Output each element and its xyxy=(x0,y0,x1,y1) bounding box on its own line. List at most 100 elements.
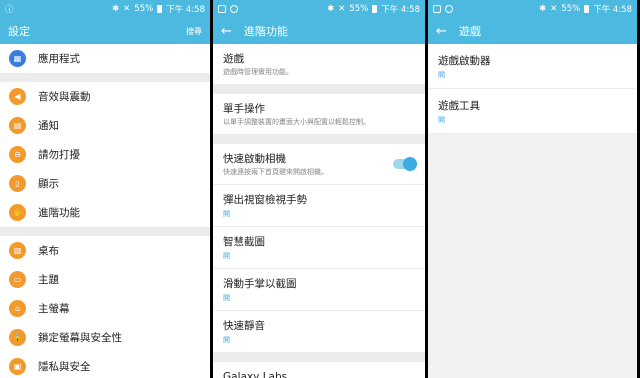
section-divider xyxy=(213,85,425,94)
bluetooth-icon: ✱ xyxy=(112,4,120,14)
page-title: 遊戲 xyxy=(458,25,481,38)
status-bar: ⓘ ✱ ✕ 55% 下午 4:58 xyxy=(0,0,210,18)
game-item[interactable]: 遊戲啟動器開 xyxy=(428,44,637,89)
settings-item[interactable]: ⊖ 請勿打擾 xyxy=(0,140,210,169)
advanced-item-status: 開 xyxy=(223,252,230,260)
info-icon: ⓘ xyxy=(5,5,14,15)
toggle-knob xyxy=(403,157,417,171)
advanced-item-description: 遊戲時管理實用功能。 xyxy=(223,68,293,76)
privacy-icon: ▣ xyxy=(9,358,26,375)
advanced-item[interactable]: 滑動手掌以截圖開 xyxy=(213,269,425,311)
settings-item-label: 音效與震動 xyxy=(38,91,91,103)
settings-item[interactable]: ▦ 應用程式 xyxy=(0,44,210,73)
advanced-item-status: 開 xyxy=(223,210,230,218)
notification-icon: ▤ xyxy=(9,117,26,134)
settings-item-label: 通知 xyxy=(38,120,59,132)
clock: 下午 4:58 xyxy=(166,5,205,15)
settings-item-label: 主螢幕 xyxy=(38,303,70,315)
gallery-notification-icon xyxy=(433,5,441,13)
lock-icon: 🔒 xyxy=(9,329,26,346)
advanced-item-title: 快速靜音 xyxy=(223,320,265,332)
home-screen-icon: ⌂ xyxy=(9,300,26,317)
advanced-item[interactable]: 快速靜音開 xyxy=(213,311,425,353)
settings-item-label: 應用程式 xyxy=(38,53,80,65)
mute-icon: ✕ xyxy=(338,4,346,14)
game-item-title: 遊戲工具 xyxy=(438,100,480,112)
battery-icon xyxy=(157,5,163,13)
section-divider xyxy=(0,227,210,236)
back-arrow-icon[interactable]: ← xyxy=(436,25,447,38)
themes-icon: ▭ xyxy=(9,271,26,288)
advanced-item-title: 遊戲 xyxy=(223,53,244,65)
advanced-item[interactable]: 單手操作以單手調整裝置的畫面大小與配置以輕鬆控制。 xyxy=(213,94,425,135)
back-arrow-icon[interactable]: ← xyxy=(221,25,232,38)
settings-item[interactable]: ▤ 通知 xyxy=(0,111,210,140)
app-bar: ← 遊戲 xyxy=(428,18,637,44)
advanced-item-description: 以單手調整裝置的畫面大小與配置以輕鬆控制。 xyxy=(223,118,370,126)
game-item[interactable]: 遊戲工具開 xyxy=(428,89,637,134)
page-title: 進階功能 xyxy=(243,25,288,38)
advanced-item-title: 滑動手掌以截圖 xyxy=(223,278,297,290)
settings-item-label: 主題 xyxy=(38,274,59,286)
settings-item[interactable]: 🔒 鎖定螢幕與安全性 xyxy=(0,323,210,352)
section-divider xyxy=(213,353,425,362)
advanced-features-icon: ✋ xyxy=(9,204,26,221)
advanced-item[interactable]: 快速啟動相機快速連按兩下首頁鍵來開啟相機。 xyxy=(213,144,425,185)
info-icon xyxy=(230,5,238,13)
advanced-item[interactable]: 遊戲遊戲時管理實用功能。 xyxy=(213,44,425,85)
settings-item-label: 進階功能 xyxy=(38,207,80,219)
gallery-notification-icon xyxy=(218,5,226,13)
do-not-disturb-icon: ⊖ xyxy=(9,146,26,163)
settings-item[interactable]: ▣ 隱私與安全 xyxy=(0,352,210,378)
advanced-item[interactable]: 彈出視窗檢視手勢開 xyxy=(213,185,425,227)
advanced-item-title: 智慧截圖 xyxy=(223,236,265,248)
settings-item-label: 桌布 xyxy=(38,245,59,257)
advanced-item-status: 開 xyxy=(223,294,230,302)
mute-icon: ✕ xyxy=(550,4,558,14)
apps-icon: ▦ xyxy=(9,50,26,67)
bluetooth-icon: ✱ xyxy=(539,4,547,14)
advanced-item-title: Galaxy Labs xyxy=(223,371,288,378)
mute-icon: ✕ xyxy=(123,4,131,14)
advanced-item-status: 開 xyxy=(223,336,230,344)
battery-level: 55% xyxy=(134,4,154,14)
advanced-item[interactable]: Galaxy Labs xyxy=(213,362,425,378)
advanced-item[interactable]: 智慧截圖開 xyxy=(213,227,425,269)
settings-item[interactable]: ⌂ 主螢幕 xyxy=(0,294,210,323)
info-icon xyxy=(445,5,453,13)
game-item-title: 遊戲啟動器 xyxy=(438,55,491,67)
battery-level: 55% xyxy=(349,4,369,14)
search-button[interactable]: 搜尋 xyxy=(186,26,202,37)
battery-icon xyxy=(584,5,590,13)
page-title: 設定 xyxy=(8,25,30,38)
advanced-item-title: 快速啟動相機 xyxy=(223,153,286,165)
wallpaper-icon: ▨ xyxy=(9,242,26,259)
games-list: 遊戲啟動器開遊戲工具開 xyxy=(428,44,637,134)
settings-item-label: 隱私與安全 xyxy=(38,361,91,373)
section-divider xyxy=(213,135,425,144)
display-icon: ▯ xyxy=(9,175,26,192)
settings-item[interactable]: ✋ 進階功能 xyxy=(0,198,210,227)
settings-item[interactable]: ◀ 音效與震動 xyxy=(0,82,210,111)
status-bar: ✱ ✕ 55% 下午 4:58 xyxy=(213,0,425,18)
sound-icon: ◀ xyxy=(9,88,26,105)
game-item-status: 開 xyxy=(438,116,445,124)
settings-item[interactable]: ▨ 桌布 xyxy=(0,236,210,265)
game-item-status: 開 xyxy=(438,71,445,79)
battery-level: 55% xyxy=(561,4,581,14)
app-bar: ← 進階功能 xyxy=(213,18,425,44)
settings-panel: ⓘ ✱ ✕ 55% 下午 4:58 設定 搜尋 ▦ 應用程式 ◀ 音效與震動 ▤ 通知 ⊖ 請… xyxy=(0,0,210,378)
advanced-item-description: 快速連按兩下首頁鍵來開啟相機。 xyxy=(223,168,328,176)
advanced-item-title: 彈出視窗檢視手勢 xyxy=(223,194,307,206)
bluetooth-icon: ✱ xyxy=(327,4,335,14)
settings-item[interactable]: ▭ 主題 xyxy=(0,265,210,294)
settings-item-label: 鎖定螢幕與安全性 xyxy=(38,332,122,344)
advanced-list: 遊戲遊戲時管理實用功能。單手操作以單手調整裝置的畫面大小與配置以輕鬆控制。快速啟… xyxy=(213,44,425,378)
advanced-item-title: 單手操作 xyxy=(223,103,265,115)
quick-camera-toggle[interactable] xyxy=(393,157,417,171)
settings-item[interactable]: ▯ 顯示 xyxy=(0,169,210,198)
section-divider xyxy=(0,73,210,82)
settings-item-label: 請勿打擾 xyxy=(38,149,80,161)
clock: 下午 4:58 xyxy=(593,5,632,15)
games-panel: ✱ ✕ 55% 下午 4:58 ← 遊戲 遊戲啟動器開遊戲工具開 xyxy=(428,0,637,378)
